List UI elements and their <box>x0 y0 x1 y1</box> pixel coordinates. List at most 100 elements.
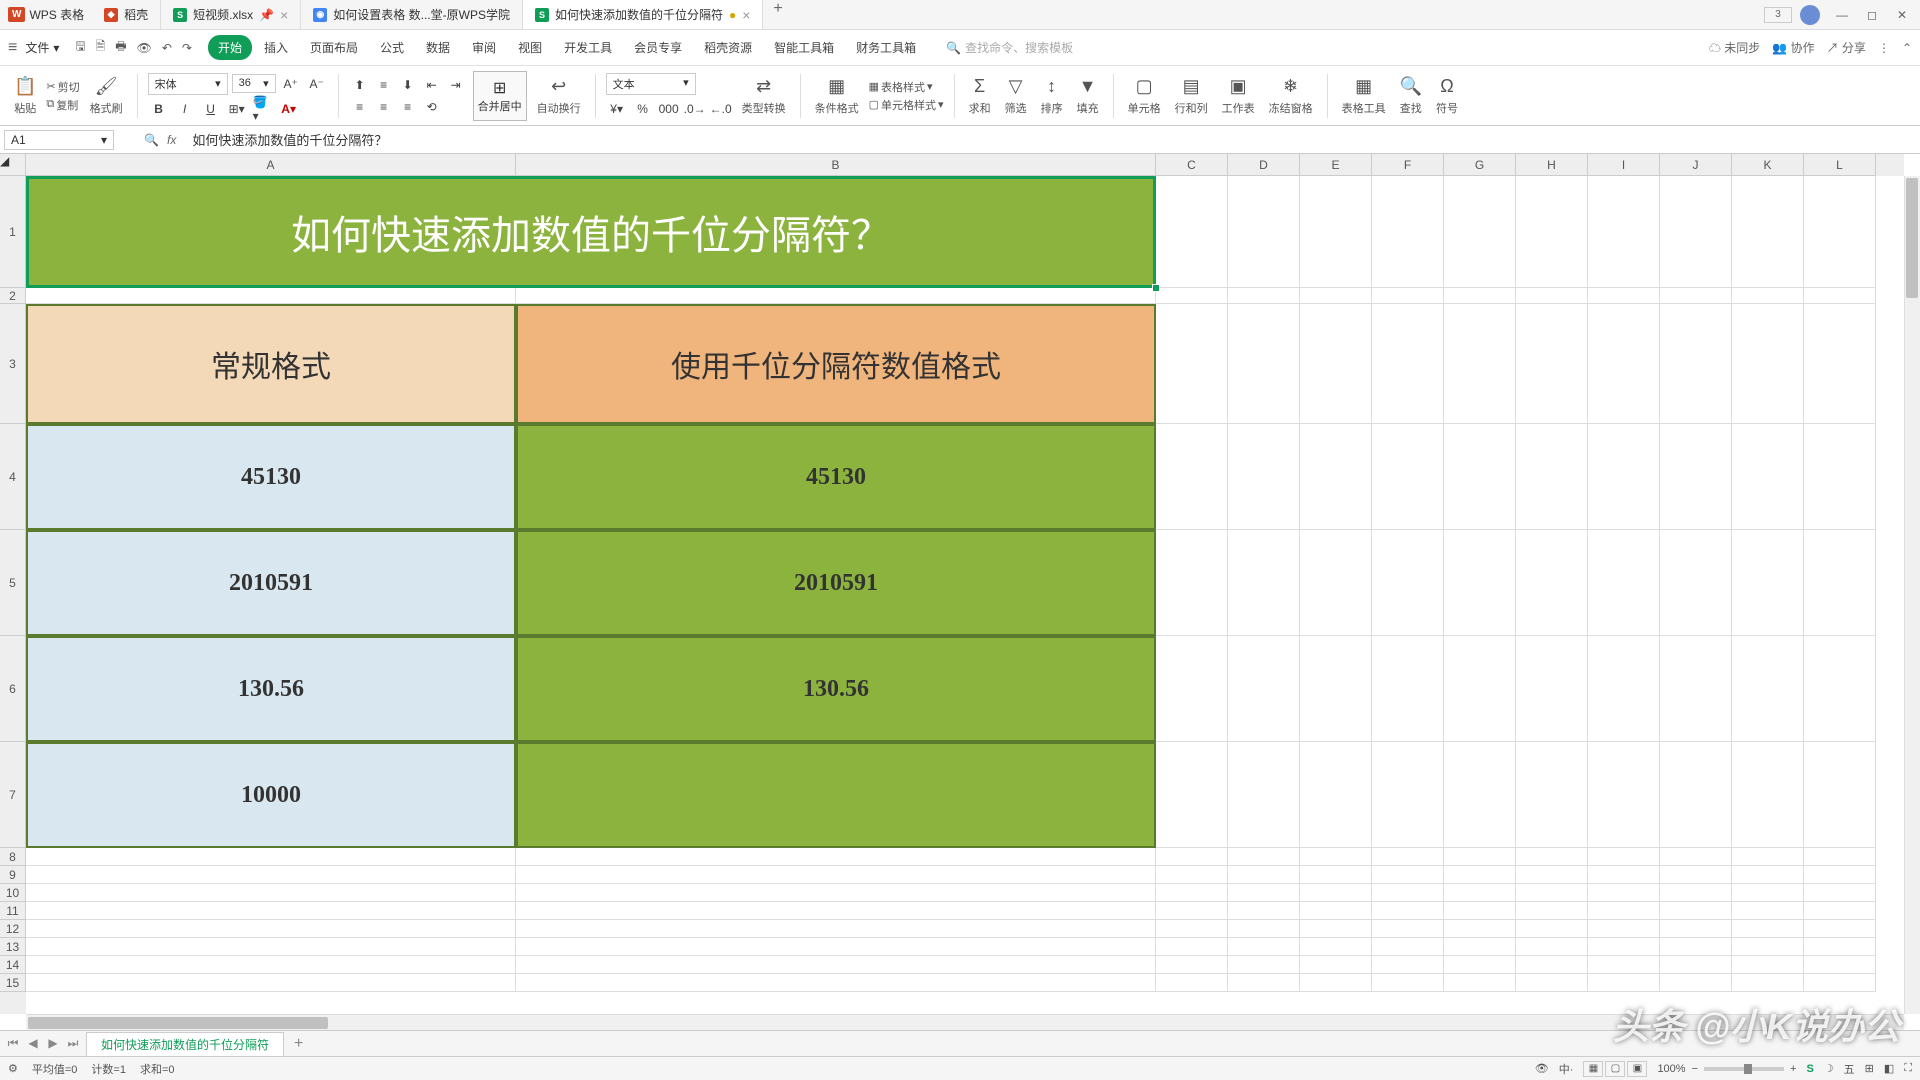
cell[interactable] <box>516 288 1156 304</box>
cell[interactable] <box>1660 304 1732 424</box>
cut-button[interactable]: ✂ 剪切 <box>46 79 79 95</box>
cell[interactable] <box>1372 884 1444 902</box>
cell[interactable] <box>1372 742 1444 848</box>
cell[interactable] <box>1156 866 1228 884</box>
prev-sheet-icon[interactable]: ◀ <box>24 1036 42 1051</box>
cell-b-5[interactable]: 2010591 <box>516 530 1156 636</box>
eye-icon[interactable]: 👁 <box>1535 1062 1549 1075</box>
col-header-K[interactable]: K <box>1732 154 1804 176</box>
cell[interactable] <box>1516 974 1588 992</box>
cell[interactable] <box>1300 956 1372 974</box>
align-bot-icon[interactable]: ⬇ <box>397 75 419 95</box>
zoom-slider[interactable] <box>1704 1067 1784 1071</box>
currency-icon[interactable]: ¥▾ <box>606 99 628 119</box>
header-normal[interactable]: 常规格式 <box>26 304 516 424</box>
command-search[interactable]: 🔍查找命令、搜索模板 <box>946 39 1073 56</box>
cell[interactable] <box>1372 530 1444 636</box>
cell[interactable] <box>1372 176 1444 288</box>
cell[interactable] <box>1228 530 1300 636</box>
cell[interactable] <box>1228 288 1300 304</box>
cell[interactable] <box>1804 956 1876 974</box>
tab-finance[interactable]: 财务工具箱 <box>846 35 926 60</box>
cell[interactable] <box>1804 974 1876 992</box>
dec-inc-icon[interactable]: .0→ <box>684 99 706 119</box>
tab-smart[interactable]: 智能工具箱 <box>764 35 844 60</box>
cell[interactable] <box>1300 974 1372 992</box>
row-header-5[interactable]: 5 <box>0 530 26 636</box>
cell[interactable] <box>1372 920 1444 938</box>
cell[interactable] <box>1804 742 1876 848</box>
orientation-icon[interactable]: ⟲ <box>421 97 443 117</box>
cell[interactable] <box>1660 884 1732 902</box>
tab-start[interactable]: 开始 <box>208 35 252 60</box>
cell[interactable] <box>516 938 1156 956</box>
cell[interactable] <box>1228 920 1300 938</box>
tab-formula[interactable]: 公式 <box>370 35 414 60</box>
cell[interactable] <box>26 902 516 920</box>
row-header-1[interactable]: 1 <box>0 176 26 288</box>
preview-icon[interactable]: 👁 <box>137 41 152 55</box>
tab-member[interactable]: 会员专享 <box>624 35 692 60</box>
sort-button[interactable]: ↕排序 <box>1037 74 1067 118</box>
cell[interactable] <box>1516 304 1588 424</box>
cond-format-button[interactable]: ▦条件格式 <box>811 74 863 118</box>
tab-view[interactable]: 视图 <box>508 35 552 60</box>
fill-button[interactable]: ▼填充 <box>1073 74 1103 118</box>
cell[interactable] <box>1516 742 1588 848</box>
cell[interactable] <box>1444 530 1516 636</box>
cell[interactable] <box>1228 974 1300 992</box>
cell[interactable] <box>1804 902 1876 920</box>
cell[interactable] <box>26 884 516 902</box>
cell[interactable] <box>1156 288 1228 304</box>
settings-icon[interactable]: ⚙ <box>8 1062 18 1075</box>
cell-a-5[interactable]: 2010591 <box>26 530 516 636</box>
comma-icon[interactable]: 000 <box>658 99 680 119</box>
row-header-3[interactable]: 3 <box>0 304 26 424</box>
first-sheet-icon[interactable]: ⏮ <box>4 1036 22 1051</box>
cell[interactable] <box>1228 956 1300 974</box>
format-painter[interactable]: 🖌格式刷 <box>86 74 127 118</box>
cell[interactable] <box>1732 288 1804 304</box>
break-view-icon[interactable]: ▣ <box>1627 1061 1647 1077</box>
cell[interactable] <box>1516 176 1588 288</box>
name-box[interactable]: A1▾ <box>4 130 114 150</box>
col-header-G[interactable]: G <box>1444 154 1516 176</box>
cell[interactable] <box>1228 636 1300 742</box>
align-left-icon[interactable]: ≡ <box>349 97 371 117</box>
collapse-ribbon-icon[interactable]: ⌃ <box>1902 41 1912 55</box>
grid-icon[interactable]: ⊞ <box>1865 1062 1874 1075</box>
cell[interactable] <box>1156 742 1228 848</box>
row-header-13[interactable]: 13 <box>0 938 26 956</box>
tab-current[interactable]: S如何快速添加数值的千位分隔符●× <box>523 0 763 29</box>
undo-icon[interactable]: ↶ <box>162 41 172 55</box>
redo-icon[interactable]: ↷ <box>182 41 192 55</box>
cell[interactable] <box>1444 884 1516 902</box>
cell[interactable] <box>1804 636 1876 742</box>
cell[interactable] <box>1444 902 1516 920</box>
wubi-icon[interactable]: 五 <box>1844 1061 1855 1077</box>
cell[interactable] <box>1516 920 1588 938</box>
tab-resource[interactable]: 稻壳资源 <box>694 35 762 60</box>
cell[interactable] <box>1516 636 1588 742</box>
tab-insert[interactable]: 插入 <box>254 35 298 60</box>
zoom-label[interactable]: 100% <box>1657 1063 1685 1075</box>
cell[interactable] <box>1300 884 1372 902</box>
paste-button[interactable]: 📋粘贴 <box>10 74 40 118</box>
cell[interactable] <box>1732 530 1804 636</box>
zoom-in-icon[interactable]: + <box>1790 1063 1796 1075</box>
cell[interactable] <box>1228 304 1300 424</box>
cell[interactable] <box>1660 956 1732 974</box>
symbol-button[interactable]: Ω符号 <box>1432 74 1462 118</box>
col-header-L[interactable]: L <box>1804 154 1876 176</box>
sync-status[interactable]: ☁ 未同步 <box>1709 39 1760 56</box>
close-button[interactable]: ✕ <box>1888 3 1916 27</box>
cell[interactable] <box>1732 636 1804 742</box>
cell[interactable] <box>1228 176 1300 288</box>
cell[interactable] <box>1732 866 1804 884</box>
cell[interactable] <box>1588 530 1660 636</box>
cell[interactable] <box>1588 636 1660 742</box>
cell[interactable] <box>1588 866 1660 884</box>
cell[interactable] <box>1660 938 1732 956</box>
cell[interactable] <box>1372 424 1444 530</box>
cell[interactable] <box>1516 288 1588 304</box>
